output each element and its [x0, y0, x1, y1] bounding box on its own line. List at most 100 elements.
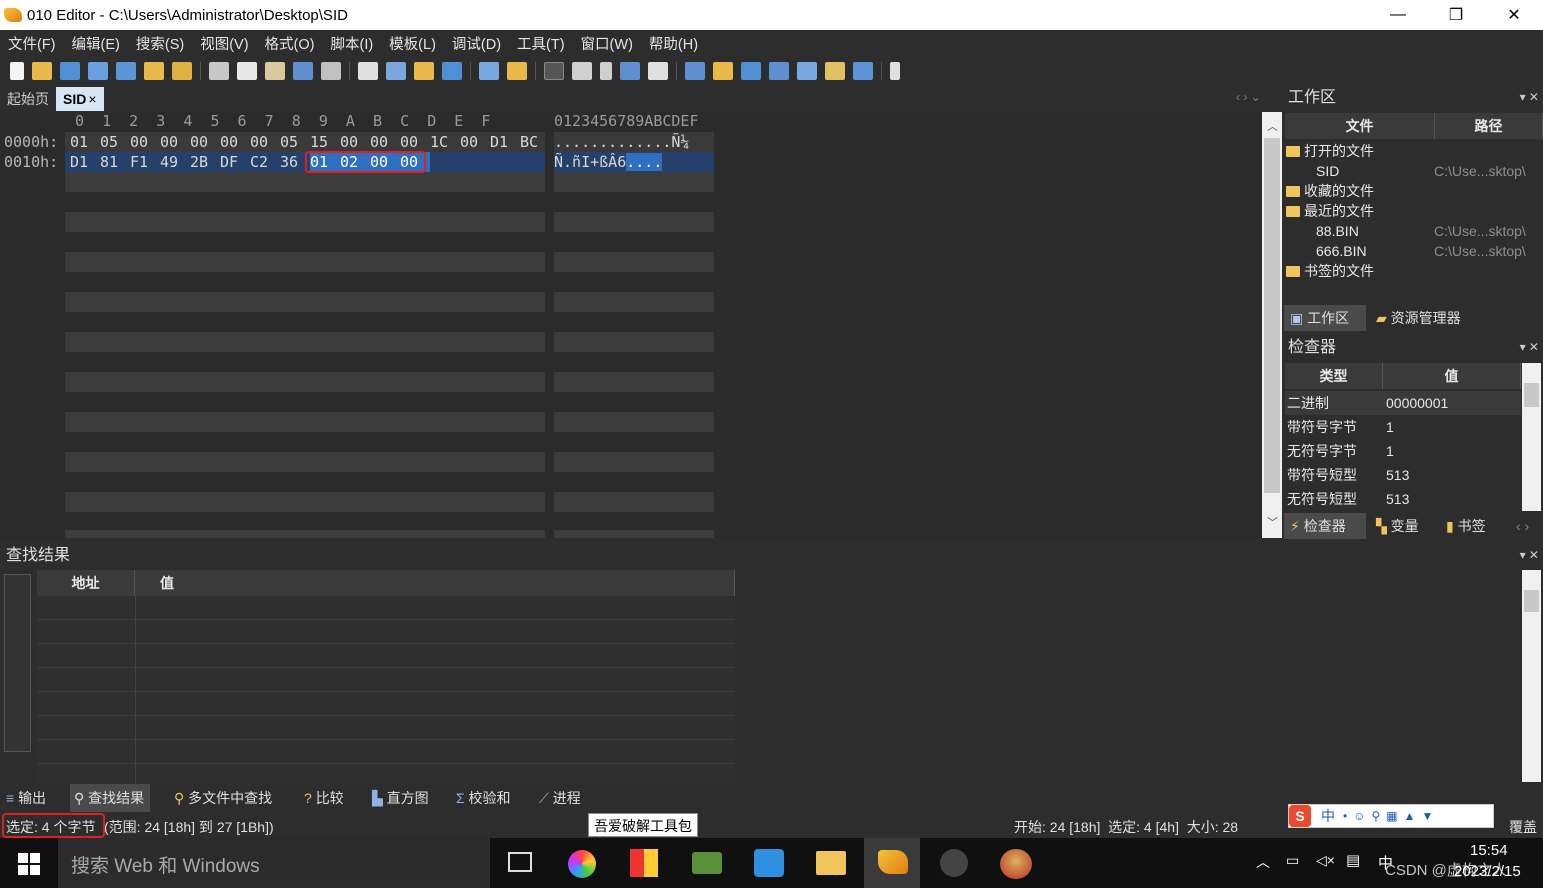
feather-app-icon[interactable]	[754, 849, 784, 877]
menu-help[interactable]: 帮助(H)	[649, 33, 706, 54]
hex-byte[interactable]: D1	[70, 152, 100, 172]
windows-start-icon[interactable]	[18, 853, 40, 875]
col-file[interactable]: 文件	[1285, 113, 1435, 139]
checksum-icon[interactable]	[797, 62, 817, 80]
new-file-icon[interactable]	[10, 62, 24, 80]
hex-byte[interactable]: 00	[220, 132, 250, 152]
hex-byte[interactable]: 00	[370, 132, 400, 152]
inspector-close-icon[interactable]: ▾ ✕	[1520, 340, 1539, 354]
folder-icon[interactable]	[144, 62, 164, 80]
menu-search[interactable]: 搜索(S)	[136, 33, 192, 54]
wechat-work-icon[interactable]	[692, 852, 722, 874]
calculator-icon[interactable]	[685, 62, 705, 80]
columns-icon[interactable]	[620, 62, 640, 80]
menu-format[interactable]: 格式(O)	[265, 33, 323, 54]
hex-byte[interactable]: 05	[280, 132, 310, 152]
clock-time[interactable]: 15:54	[1470, 842, 1508, 859]
run-script-icon[interactable]	[479, 62, 499, 80]
text-mode-icon[interactable]	[572, 62, 592, 80]
inspector-row[interactable]: 无符号字节 1	[1285, 439, 1521, 463]
hex-vertical-scrollbar[interactable]: ︿ ﹀	[1262, 112, 1282, 538]
save-icon[interactable]	[60, 62, 80, 80]
cut-icon[interactable]	[209, 62, 229, 80]
hex-byte[interactable]: 00	[400, 132, 430, 152]
undo-icon[interactable]	[293, 62, 313, 80]
inspector-scrollbar[interactable]	[1522, 363, 1541, 511]
col-path[interactable]: 路径	[1435, 113, 1543, 139]
tab-process[interactable]: ⟋ 进程	[535, 784, 587, 812]
hex-byte[interactable]: 00	[340, 132, 370, 152]
hex-byte[interactable]: 15	[310, 132, 340, 152]
tree-recent[interactable]: 最近的文件	[1286, 201, 1374, 221]
ascii-row-1[interactable]: Ñ.ñI+ßÂ6....	[554, 152, 663, 172]
tab-start-page[interactable]: 起始页	[0, 87, 56, 111]
tree-item-sid[interactable]: SID	[1316, 161, 1339, 181]
hex-byte[interactable]: 00	[160, 132, 190, 152]
menu-window[interactable]: 窗口(W)	[581, 33, 641, 54]
browser-icon[interactable]	[568, 850, 596, 878]
menu-script[interactable]: 脚本(I)	[330, 33, 381, 54]
spartan-app-icon[interactable]	[1000, 849, 1032, 879]
compare-icon[interactable]	[741, 62, 761, 80]
file-explorer-icon[interactable]	[816, 851, 846, 875]
tray-chevron-icon[interactable]: ︿	[1256, 852, 1270, 872]
menu-view[interactable]: 视图(V)	[200, 33, 256, 54]
hex-byte[interactable]: 00	[130, 132, 160, 152]
tab-checksum[interactable]: Σ 校验和	[452, 784, 517, 812]
menu-edit[interactable]: 编辑(E)	[72, 33, 128, 54]
tab-bookmarks[interactable]: ▮ 书签	[1440, 513, 1506, 539]
find-scrollbar[interactable]	[1522, 570, 1541, 782]
hex-mode-icon[interactable]	[544, 62, 564, 80]
find-in-files-icon[interactable]	[414, 62, 434, 80]
inspector-row[interactable]: 二进制 00000001	[1285, 391, 1521, 415]
goto-icon[interactable]	[442, 62, 462, 80]
taskbar-010editor[interactable]	[864, 838, 920, 888]
hex-byte[interactable]: F1	[130, 152, 160, 172]
tree-item-666bin[interactable]: 666.BIN	[1316, 241, 1367, 261]
task-view-icon[interactable]	[508, 852, 532, 872]
scroll-down-icon[interactable]: ﹀	[1267, 514, 1278, 530]
menu-file[interactable]: 文件(F)	[8, 33, 64, 54]
save-all-icon[interactable]	[116, 62, 136, 80]
import-icon[interactable]	[713, 62, 733, 80]
inspector-row[interactable]: 无符号短型 513	[1285, 487, 1521, 511]
open-multiple-icon[interactable]	[172, 62, 192, 80]
run-template-icon[interactable]	[507, 62, 527, 80]
menu-debug[interactable]: 调试(D)	[452, 33, 509, 54]
tab-scroll-arrows-icon[interactable]: ‹ › ⌄	[1236, 90, 1261, 104]
maximize-button[interactable]: ❐	[1427, 0, 1485, 30]
tab-output[interactable]: ≡ 输出	[2, 784, 52, 812]
tab-explorer[interactable]: ▰ 资源管理器	[1370, 305, 1530, 331]
tree-open-files[interactable]: 打开的文件	[1286, 141, 1374, 161]
tools-icon[interactable]	[825, 62, 845, 80]
tree-bookmarks[interactable]: 书签的文件	[1286, 261, 1374, 281]
highlight-icon[interactable]	[648, 62, 668, 80]
panel-close-icon[interactable]: ▾ ✕	[1520, 90, 1539, 104]
replace-icon[interactable]	[386, 62, 406, 80]
bug-tool-icon[interactable]	[940, 849, 968, 877]
pause-icon[interactable]	[890, 62, 900, 80]
menu-tools[interactable]: 工具(T)	[517, 33, 573, 54]
hex-byte[interactable]: 00	[460, 132, 490, 152]
hex-byte[interactable]: 00	[190, 132, 220, 152]
volume-icon[interactable]: ◁×	[1316, 852, 1335, 869]
menu-template[interactable]: 模板(L)	[389, 33, 444, 54]
hex-byte[interactable]: 81	[100, 152, 130, 172]
pilcrow-icon[interactable]	[600, 62, 612, 80]
find-icon[interactable]	[358, 62, 378, 80]
app-tile-icon[interactable]	[630, 849, 658, 877]
copy-icon[interactable]	[237, 62, 257, 80]
tab-inspector[interactable]: ⚡ 检查器	[1284, 513, 1366, 539]
hex-editor[interactable]: 0 1 2 3 4 5 6 7 8 9 A B C D E F 01234567…	[0, 112, 1262, 538]
col-find-value[interactable]: 值	[135, 570, 735, 596]
hex-byte[interactable]: 01	[70, 132, 100, 152]
tree-item-88bin[interactable]: 88.BIN	[1316, 221, 1359, 241]
tab-compare[interactable]: ? 比较	[300, 784, 350, 812]
tab-variables[interactable]: ▚ 变量	[1370, 513, 1436, 539]
find-results-list[interactable]	[37, 596, 735, 784]
tab-workspace[interactable]: ▣ 工作区	[1284, 305, 1366, 331]
col-value[interactable]: 值	[1383, 363, 1521, 389]
hex-byte[interactable]: 49	[160, 152, 190, 172]
tree-favorites[interactable]: 收藏的文件	[1286, 181, 1374, 201]
hex-byte[interactable]: D1	[490, 132, 520, 152]
